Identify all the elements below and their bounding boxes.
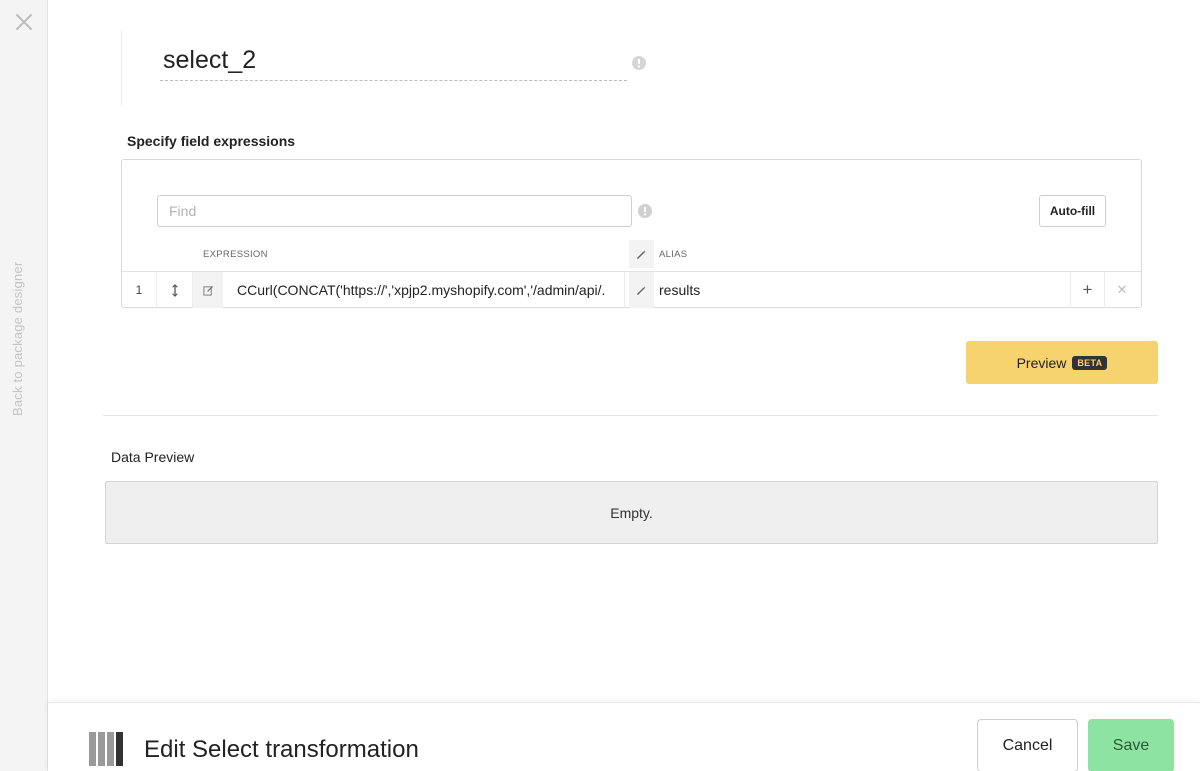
delete-row-icon[interactable]: ✕ [1105,272,1139,308]
alias-wand-icon[interactable] [629,240,654,268]
footer-bar: Edit Select transformation Cancel Save [48,702,1200,771]
edit-expression-icon[interactable] [193,272,223,308]
find-input[interactable] [157,195,632,227]
preview-button-label: Preview [1016,354,1067,371]
section-label-field-expressions: Specify field expressions [127,133,296,149]
side-rail: Back to package designer [0,0,48,771]
beta-badge: BETA [1072,355,1108,370]
add-row-icon[interactable]: + [1071,272,1105,308]
drag-handle-icon[interactable] [157,272,193,308]
divider [103,415,1158,416]
back-to-package-designer-link[interactable]: Back to package designer [10,262,25,416]
info-icon[interactable] [632,56,646,70]
data-preview-box: Empty. [105,481,1158,544]
preview-button[interactable]: Preview BETA [966,341,1158,384]
row-index: 1 [122,272,157,308]
name-underline [160,80,627,81]
column-header-alias: ALIAS [659,249,688,260]
auto-fill-button[interactable]: Auto-fill [1039,195,1106,227]
expressions-panel: Auto-fill EXPRESSION ALIAS 1 CCurl(CONCA… [121,159,1142,308]
data-preview-label: Data Preview [111,449,195,465]
select-transformation-icon [89,732,123,766]
alias-wand-icon[interactable] [629,272,654,308]
close-icon[interactable] [14,12,34,32]
expression-cell[interactable]: CCurl(CONCAT('https://','xpjp2.myshopify… [223,272,625,308]
component-name-field[interactable]: select_2 [163,46,256,75]
alias-cell[interactable]: results [659,272,1071,308]
cancel-button[interactable]: Cancel [977,719,1078,771]
table-row: 1 CCurl(CONCAT('https://','xpjp2.myshopi… [122,271,1141,308]
page-title: Edit Select transformation [144,736,419,763]
save-button[interactable]: Save [1088,719,1174,771]
component-name-area: select_2 [121,30,646,106]
find-info-icon[interactable] [638,204,652,218]
column-header-expression: EXPRESSION [203,249,268,260]
data-preview-empty-text: Empty. [610,504,653,521]
